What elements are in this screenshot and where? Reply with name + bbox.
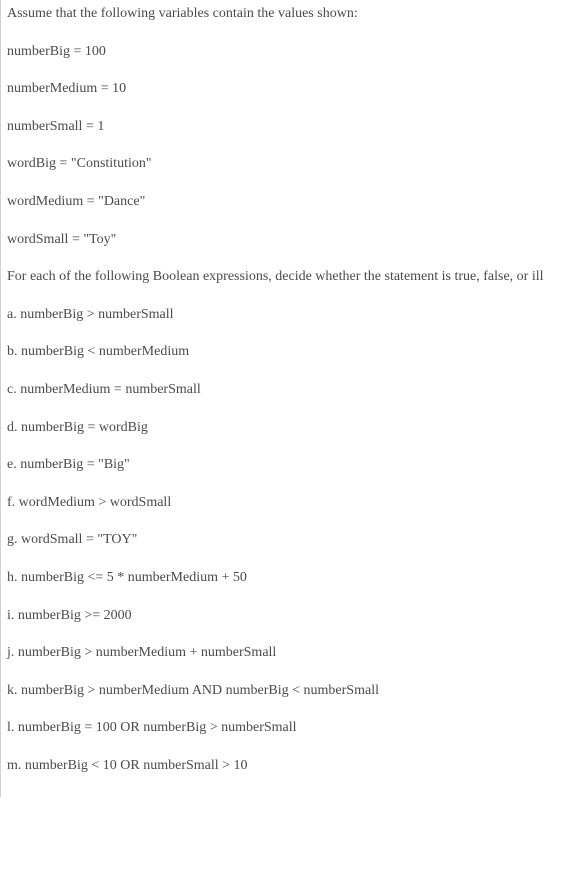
variable-assignment: wordSmall = "Toy" (7, 230, 580, 250)
question-item: b. numberBig < numberMedium (7, 342, 580, 362)
question-item: g. wordSmall = "TOY" (7, 530, 580, 550)
question-item: a. numberBig > numberSmall (7, 305, 580, 325)
variable-assignment: wordBig = "Constitution" (7, 154, 580, 174)
intro-text: Assume that the following variables cont… (7, 4, 580, 24)
question-item: d. numberBig = wordBig (7, 418, 580, 438)
question-item: f. wordMedium > wordSmall (7, 493, 580, 513)
question-item: m. numberBig < 10 OR numberSmall > 10 (7, 756, 580, 776)
question-item: c. numberMedium = numberSmall (7, 380, 580, 400)
variable-assignment: numberSmall = 1 (7, 117, 580, 137)
question-item: i. numberBig >= 2000 (7, 606, 580, 626)
variable-assignment: numberMedium = 10 (7, 79, 580, 99)
question-item: h. numberBig <= 5 * numberMedium + 50 (7, 568, 580, 588)
question-item: l. numberBig = 100 OR numberBig > number… (7, 718, 580, 738)
prompt-text: For each of the following Boolean expres… (7, 267, 580, 287)
question-item: k. numberBig > numberMedium AND numberBi… (7, 681, 580, 701)
variable-assignment: wordMedium = "Dance" (7, 192, 580, 212)
question-item: j. numberBig > numberMedium + numberSmal… (7, 643, 580, 663)
question-item: e. numberBig = "Big" (7, 455, 580, 475)
variable-assignment: numberBig = 100 (7, 42, 580, 62)
